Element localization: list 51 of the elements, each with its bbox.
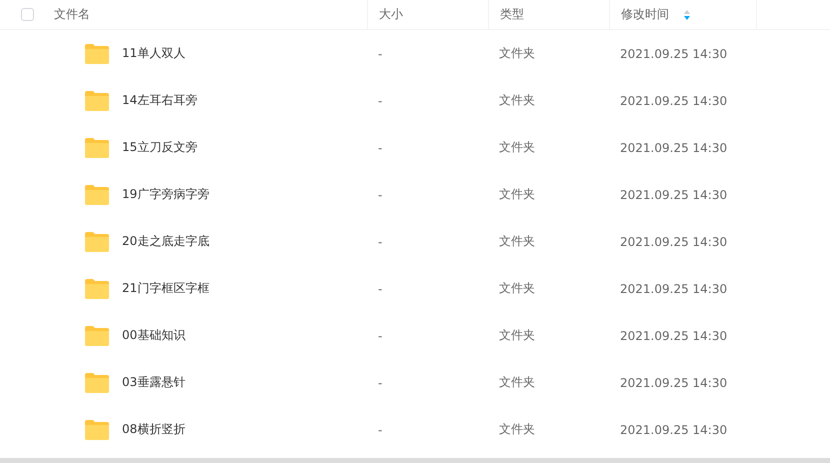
column-header[interactable]: 修改时间 — [621, 6, 669, 23]
column-header[interactable]: 类型 — [500, 6, 524, 23]
folder-icon — [84, 136, 110, 158]
type-cell: 文件夹 — [499, 327, 535, 344]
size-cell: - — [378, 46, 382, 60]
folder-icon — [84, 324, 110, 346]
type-cell: 文件夹 — [499, 233, 535, 250]
type-cell: 文件夹 — [499, 186, 535, 203]
folder-name[interactable]: 21门字框区字框 — [122, 280, 210, 297]
modified-time-cell: 2021.09.25 14:30 — [620, 328, 728, 342]
modified-time-cell: 2021.09.25 14:30 — [620, 94, 728, 108]
modified-time-cell: 2021.09.25 14:30 — [620, 234, 728, 248]
size-cell: - — [378, 328, 382, 342]
size-cell: - — [378, 140, 382, 154]
size-cell: - — [378, 282, 382, 296]
folder-icon — [84, 418, 110, 440]
size-cell: - — [378, 188, 382, 202]
type-cell: 文件夹 — [499, 45, 535, 62]
folder-name[interactable]: 03垂露悬针 — [122, 374, 186, 391]
modified-time-cell: 2021.09.25 14:30 — [620, 376, 728, 390]
size-cell: - — [378, 422, 382, 436]
folder-icon — [84, 230, 110, 252]
size-cell: - — [378, 234, 382, 248]
type-cell: 文件夹 — [499, 92, 535, 109]
modified-time-cell: 2021.09.25 14:30 — [620, 46, 728, 60]
column-header[interactable]: 大小 — [379, 6, 403, 23]
folder-name[interactable]: 11单人双人 — [122, 45, 186, 62]
folder-name[interactable]: 08横折竖折 — [122, 421, 186, 438]
folder-name[interactable]: 15立刀反文旁 — [122, 139, 198, 156]
folder-icon — [84, 184, 110, 206]
folder-icon — [84, 278, 110, 300]
type-cell: 文件夹 — [499, 280, 535, 297]
folder-name[interactable]: 14左耳右耳旁 — [122, 92, 198, 109]
size-cell: - — [378, 94, 382, 108]
folder-name[interactable]: 19广字旁病字旁 — [122, 186, 210, 203]
modified-time-cell: 2021.09.25 14:30 — [620, 422, 728, 436]
type-cell: 文件夹 — [499, 139, 535, 156]
folder-icon — [84, 42, 110, 64]
folder-name[interactable]: 20走之底走字底 — [122, 233, 210, 250]
select-all-checkbox[interactable] — [21, 8, 34, 21]
folder-name[interactable]: 00基础知识 — [122, 327, 186, 344]
type-cell: 文件夹 — [499, 421, 535, 438]
folder-icon — [84, 372, 110, 394]
folder-icon — [84, 90, 110, 112]
column-header[interactable]: 文件名 — [54, 6, 90, 23]
modified-time-cell: 2021.09.25 14:30 — [620, 282, 728, 296]
size-cell: - — [378, 376, 382, 390]
modified-time-cell: 2021.09.25 14:30 — [620, 140, 728, 154]
sort-icon[interactable] — [683, 8, 691, 20]
modified-time-cell: 2021.09.25 14:30 — [620, 188, 728, 202]
type-cell: 文件夹 — [499, 374, 535, 391]
